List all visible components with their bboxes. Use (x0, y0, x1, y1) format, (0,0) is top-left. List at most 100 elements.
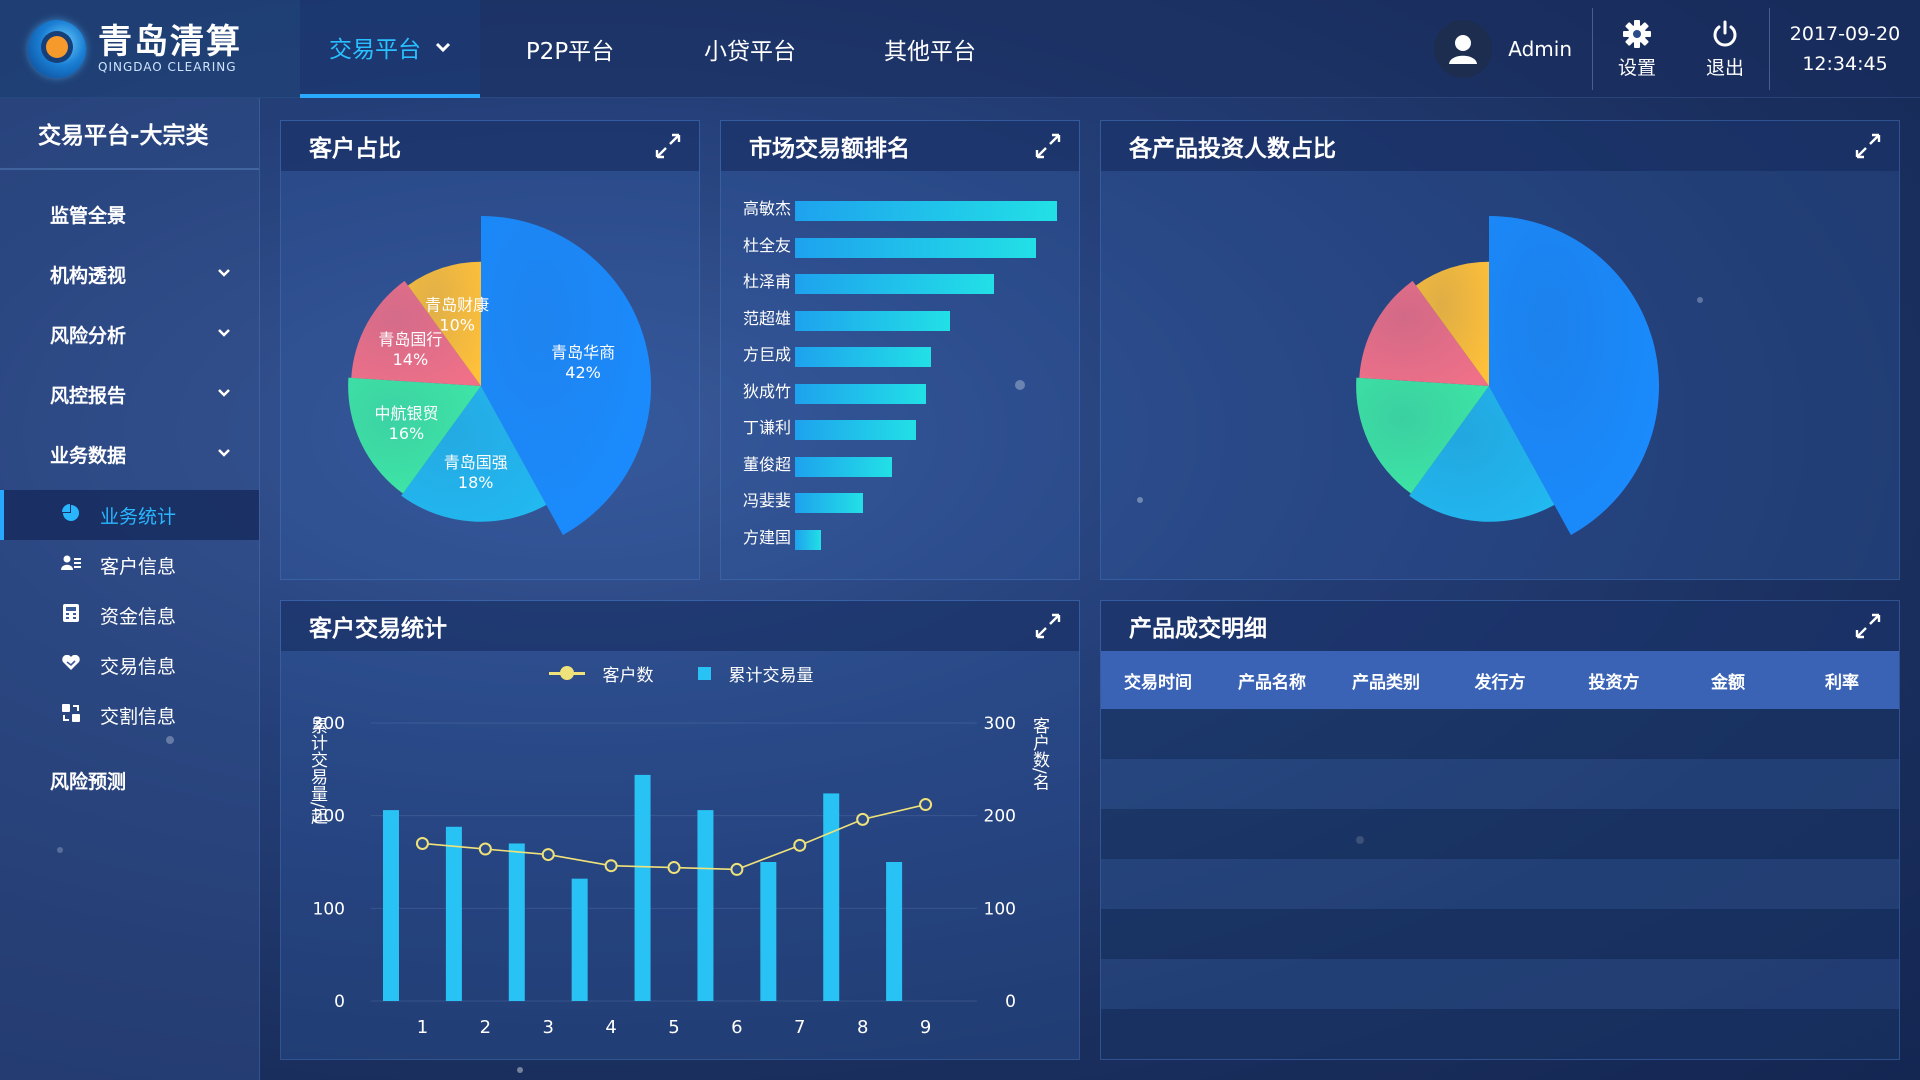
rank-row[interactable]: 方建国 (721, 523, 1081, 553)
sidebar-item-risk-report[interactable]: 风控报告 (0, 364, 259, 424)
expand-icon[interactable] (1033, 131, 1063, 161)
rank-name: 杜全友 (742, 235, 791, 255)
legend-item-customers[interactable]: 客户数 (548, 661, 654, 686)
logout-button[interactable]: 退出 (1681, 0, 1769, 98)
sidebar-item-risk-analysis[interactable]: 风险分析 (0, 304, 259, 364)
column-header-issuer[interactable]: 发行方 (1443, 651, 1557, 709)
rank-row[interactable]: 冯婓婓 (721, 486, 1081, 516)
customers-point[interactable] (541, 848, 555, 862)
customers-point[interactable] (793, 838, 807, 852)
customer-trade-combo-chart: 01002003000100200300累计交易量/起 客户数/名1 2 3 4 5 6 7 8… (307, 714, 1050, 1038)
slice-label: 青岛国行 (378, 330, 442, 349)
rank-row[interactable]: 杜泽甫 (721, 267, 1081, 297)
volume-bar[interactable] (697, 810, 714, 1001)
rank-row[interactable]: 董俊超 (721, 450, 1081, 480)
rank-bar (795, 310, 950, 331)
rank-row[interactable]: 杜全友 (721, 231, 1081, 261)
sidebar-item-label: 风控报告 (50, 384, 127, 407)
table-row (1101, 759, 1899, 809)
chevron-down-icon (217, 386, 231, 402)
panel-title: 各产品投资人数占比 (1129, 136, 1336, 162)
rank-row[interactable]: 狄成竹 (721, 377, 1081, 407)
x-tick-label: 1 (417, 1017, 428, 1038)
rank-bar (795, 237, 1037, 258)
nav-other-platform[interactable]: 其他平台 (840, 0, 1020, 98)
sidebar-subitem-business-stats[interactable]: 业务统计 (0, 490, 259, 540)
customers-point[interactable] (856, 812, 870, 826)
volume-bar[interactable] (634, 774, 651, 1001)
rank-row[interactable]: 方巨成 (721, 340, 1081, 370)
volume-bar[interactable] (508, 843, 525, 1001)
sidebar-item-business-data[interactable]: 业务数据 (0, 424, 259, 484)
calculator-icon (60, 604, 82, 626)
x-tick-label: 8 (857, 1017, 868, 1038)
volume-bar[interactable] (383, 810, 399, 1001)
settings-button[interactable]: 设置 (1593, 0, 1681, 98)
sidebar-item-institution[interactable]: 机构透视 (0, 244, 259, 304)
column-header-product-name[interactable]: 产品名称 (1215, 651, 1329, 709)
expand-icon[interactable] (1033, 611, 1063, 641)
slice-label: 中航银贸 (374, 404, 438, 423)
volume-bar[interactable] (571, 878, 588, 1001)
rank-row[interactable]: 丁谦利 (721, 413, 1081, 443)
rank-bar (795, 383, 926, 404)
sidebar-subitem-customer-info[interactable]: 客户信息 (0, 540, 259, 590)
table-row (1101, 859, 1899, 909)
panel-customer-trade: 客户交易统计 客户数 累计交易量 0 100 200 300 0 100 200 300 累计交… (280, 600, 1080, 1060)
panel-product-detail: 产品成交明细 交易时间 产品名称 产品类别 发行方 投资方 金额 利率 (1100, 600, 1900, 1060)
sidebar-subitem-label: 交割信息 (100, 705, 177, 728)
table-body (1101, 709, 1899, 1059)
user-name[interactable]: Admin (1508, 37, 1572, 61)
chevron-down-icon (217, 266, 231, 282)
nav-microloan-platform[interactable]: 小贷平台 (660, 0, 840, 98)
customers-point[interactable] (478, 842, 492, 856)
customers-point[interactable] (415, 836, 429, 850)
panel-title: 产品成交明细 (1129, 616, 1267, 642)
exchange-icon (60, 704, 82, 726)
rank-row[interactable]: 高敏杰 (721, 194, 1081, 224)
nav-p2p-platform[interactable]: P2P平台 (480, 0, 660, 98)
table-row (1101, 959, 1899, 1009)
column-header-trade-time[interactable]: 交易时间 (1101, 651, 1215, 709)
volume-bar[interactable] (445, 826, 462, 1001)
volume-bar[interactable] (886, 862, 903, 1001)
sidebar-subitem-delivery-info[interactable]: 交割信息 (0, 690, 259, 740)
expand-icon[interactable] (653, 131, 683, 161)
volume-bar[interactable] (760, 862, 777, 1001)
rank-name: 丁谦利 (742, 418, 791, 437)
table-row (1101, 809, 1899, 859)
sidebar-item-risk-forecast[interactable]: 风险预测 (0, 750, 259, 810)
table-row (1101, 1009, 1899, 1059)
column-header-rate[interactable]: 利率 (1785, 651, 1899, 709)
expand-icon[interactable] (1853, 131, 1883, 161)
panel-product-investors: 各产品投资人数占比 (1100, 120, 1900, 580)
user-list-icon (60, 555, 82, 575)
slice-value-label: 10% (439, 316, 475, 335)
sidebar-title: 交易平台-大宗类 (0, 98, 259, 170)
sidebar-subitem-fund-info[interactable]: 资金信息 (0, 590, 259, 640)
customers-point[interactable] (604, 859, 618, 873)
column-header-amount[interactable]: 金额 (1671, 651, 1785, 709)
volume-bar[interactable] (823, 793, 840, 1001)
column-header-product-type[interactable]: 产品类别 (1329, 651, 1443, 709)
expand-icon[interactable] (1853, 611, 1883, 641)
slice-label: 青岛财康 (425, 296, 489, 315)
sidebar-item-overview[interactable]: 监管全景 (0, 184, 259, 244)
customers-point[interactable] (667, 861, 681, 875)
rank-row[interactable]: 范超雄 (721, 304, 1081, 334)
current-time: 12:34:45 (1802, 53, 1888, 75)
sidebar-subitem-trade-info[interactable]: 交易信息 (0, 640, 259, 690)
logo-mark-icon (28, 20, 86, 78)
user-avatar-icon[interactable] (1434, 20, 1493, 78)
customers-point[interactable] (730, 862, 744, 876)
rank-bar (795, 493, 864, 513)
logo[interactable]: 青岛清算 QINGDAO CLEARING (0, 0, 300, 98)
product-investors-pie-chart (1356, 216, 1659, 535)
sidebar-subitem-label: 业务统计 (100, 505, 177, 528)
legend-item-volume[interactable]: 累计交易量 (697, 661, 814, 686)
nav-trading-platform[interactable]: 交易平台 (300, 0, 480, 98)
chevron-down-icon (217, 446, 231, 462)
customers-point[interactable] (919, 798, 933, 812)
column-header-investor[interactable]: 投资方 (1557, 651, 1671, 709)
x-tick-label: 7 (794, 1017, 805, 1038)
